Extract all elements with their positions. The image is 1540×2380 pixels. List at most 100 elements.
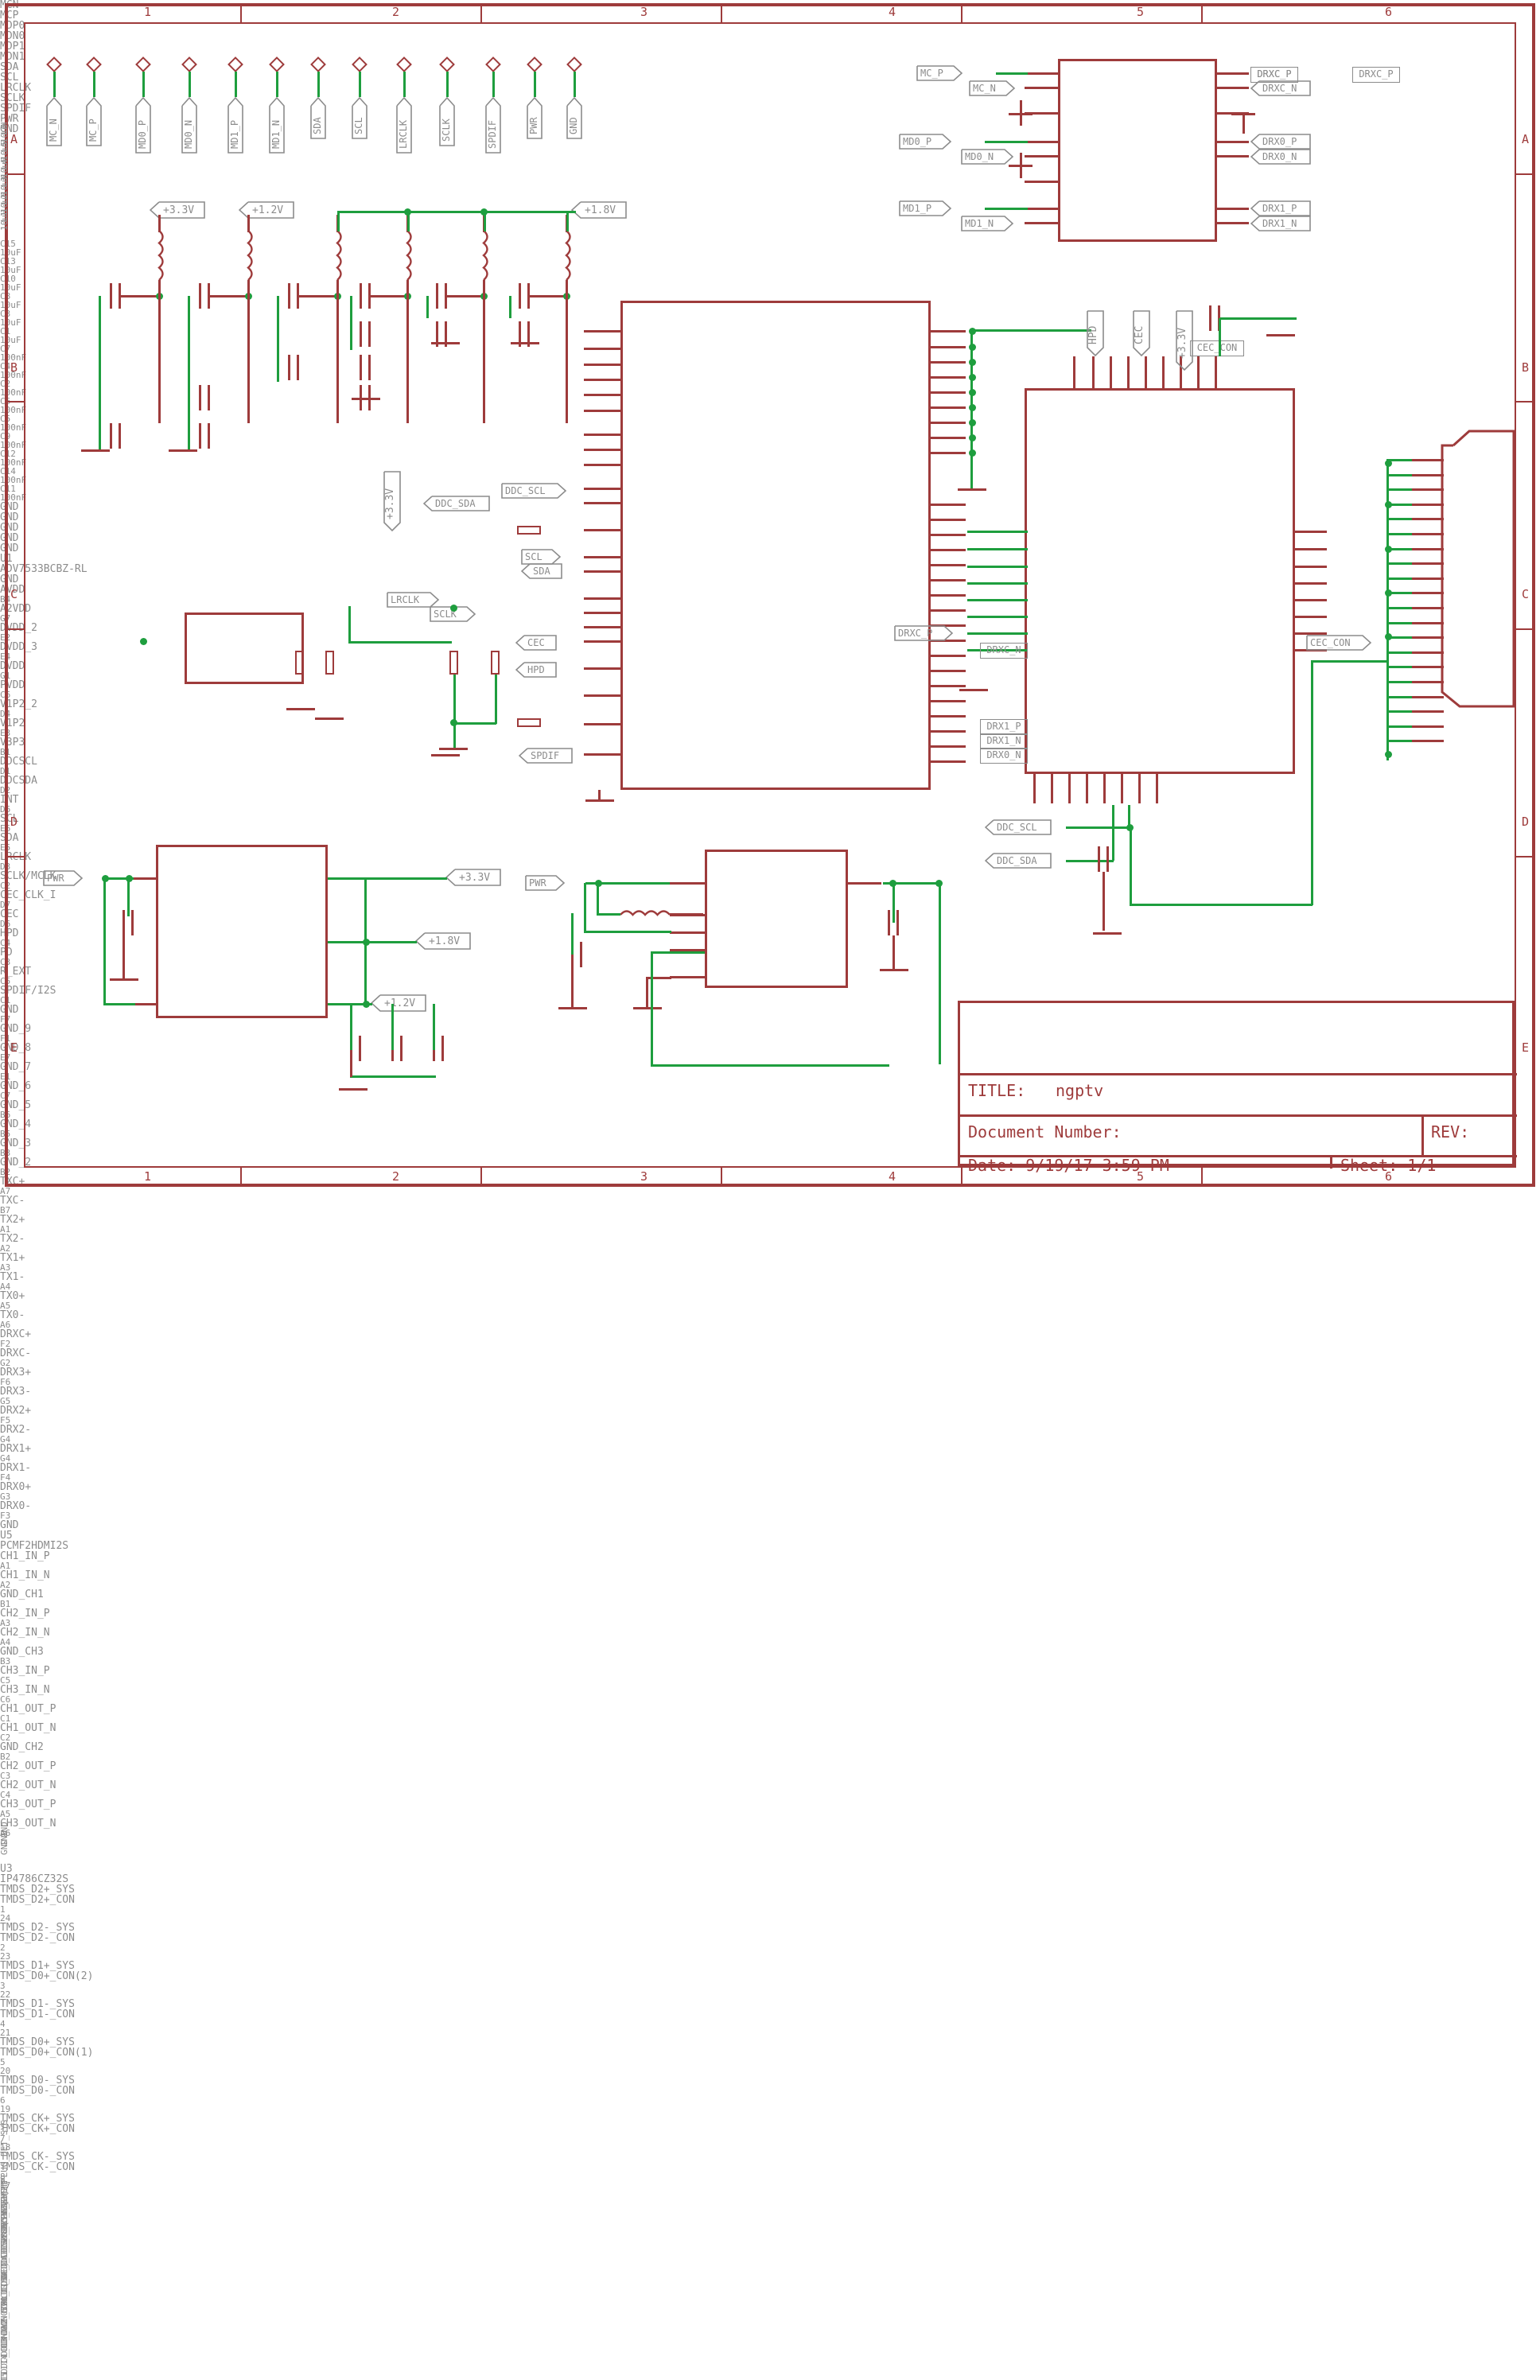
u2-out-12[interactable]: +1.2V (371, 994, 427, 1012)
lab-drx0-n[interactable]: DRX0_N (980, 748, 1028, 764)
pin-stub (584, 502, 622, 504)
lab-drx1-p[interactable]: DRX1_P (980, 719, 1028, 735)
gnd-lower-right (1093, 932, 1122, 935)
u5-pad-l-3: A3 (0, 1618, 11, 1628)
u4-gnd-pin (633, 1007, 662, 1009)
top-port-MC_P[interactable]: MC_P (86, 97, 102, 146)
wire (584, 883, 586, 932)
flag-lrclk[interactable]: LRCLK (387, 592, 440, 608)
u5-out-drx0p[interactable]: DRX0_P (1250, 134, 1311, 150)
top-port-GND[interactable]: GND (566, 97, 582, 139)
flag-ddc-sda[interactable]: DDC_SDA (423, 496, 490, 511)
u1-right-pin-DRX1-: DRX1- (0, 1462, 32, 1474)
u4-pwr-flag[interactable]: PWR (525, 875, 566, 891)
pin-stub (584, 723, 622, 725)
top-port-MD1_P[interactable]: MD1_P (228, 97, 243, 154)
u3-ceccon-lab[interactable]: CEC_CON (1190, 340, 1244, 356)
u3-pad-left-4: 5 (0, 2057, 6, 2067)
cap-plate (131, 910, 134, 935)
u5-net-mcp[interactable]: MC_P (916, 65, 963, 81)
wire (939, 883, 941, 1064)
u5-net-md1p[interactable]: MD1_P (899, 200, 952, 216)
u5-net-md0n[interactable]: MD0_N (961, 149, 1014, 165)
wire (406, 280, 409, 423)
u5-out-drx0n[interactable]: DRX0_N (1250, 149, 1311, 165)
top-port-MD1_N[interactable]: MD1_N (269, 97, 285, 154)
u1-right-pin-TXC-: TXC- (0, 1195, 25, 1207)
wire (529, 295, 566, 298)
u3-flag-hpd[interactable]: HPD (1087, 310, 1104, 357)
u5-net-md0p[interactable]: MD0_P (899, 134, 952, 150)
u5-net-mcn[interactable]: MC_N (969, 80, 1016, 96)
pin-stub (1025, 208, 1060, 210)
pin-stub (584, 597, 622, 600)
u5-out-drx1p[interactable]: DRX1_P (1250, 200, 1311, 216)
u3-pad-left-6: 7 (0, 2133, 6, 2144)
u2-body (156, 845, 328, 1018)
rail-flag-33-mid[interactable]: +3.3V (383, 471, 401, 532)
frame-div (1516, 628, 1535, 630)
tb-div (1421, 1114, 1424, 1155)
frame-row-d2: D (1522, 815, 1530, 829)
pin-stub (1156, 772, 1158, 803)
top-port-SDA[interactable]: SDA (310, 97, 326, 139)
flag-sda[interactable]: SDA (521, 563, 562, 579)
lab-drx1-n[interactable]: DRX1_N (980, 733, 1028, 749)
top-port-SCLK[interactable]: SCLK (439, 97, 455, 146)
wire (1386, 474, 1412, 476)
pin-stub (929, 579, 966, 581)
flag-sclk[interactable]: SCLK (430, 606, 476, 622)
top-port-MD0_N[interactable]: MD0_N (181, 97, 197, 154)
cap-plate (580, 942, 582, 967)
u2-out-33[interactable]: +3.3V (445, 869, 502, 886)
flag-spdif[interactable]: SPDIF (519, 748, 573, 764)
top-port-MC_N[interactable]: MC_N (46, 97, 62, 146)
flag-ddc-sda-2[interactable]: DDC_SDA (985, 853, 1052, 869)
lab-drxc-n[interactable]: DRXC_N (980, 643, 1028, 659)
flag-ddc-scl[interactable]: DDC_SCL (501, 483, 567, 499)
u2-out-18[interactable]: +1.8V (415, 932, 472, 950)
wire (350, 296, 352, 350)
u5-lab-drxcp[interactable]: DRXC_P (1352, 67, 1400, 83)
wire (446, 72, 449, 97)
pin-stub (1410, 562, 1444, 565)
pin-stub (929, 670, 966, 672)
flag-hpd[interactable]: HPD (515, 662, 557, 678)
u5-net-md1n[interactable]: MD1_N (961, 216, 1014, 231)
tb-sheet: Sheet: 1/1 (1340, 1156, 1437, 1175)
pin-stub (1025, 87, 1060, 89)
u3-flag-cec[interactable]: CEC (1133, 310, 1150, 357)
u5-out-drxcn[interactable]: DRXC_N (1250, 80, 1311, 96)
cap-plate (1209, 305, 1211, 331)
cap-plate (360, 283, 362, 309)
top-port-LRCLK[interactable]: LRCLK (396, 97, 412, 154)
pin-stub (929, 330, 966, 332)
frame-col-6: 6 (1385, 5, 1393, 19)
pin-stub (670, 931, 706, 934)
top-port-MD0_P[interactable]: MD0_P (135, 97, 151, 154)
u5-pin-l-GND_CH1: GND_CH1 (0, 1589, 44, 1600)
top-port-SPDIF[interactable]: SPDIF (485, 97, 501, 154)
j1-ceccon-flag[interactable]: CEC_CON (1306, 635, 1372, 651)
wire (1112, 805, 1114, 861)
wire (985, 208, 1028, 210)
u2-pwr-flag[interactable]: PWR (43, 870, 84, 886)
u5-out-drx1n[interactable]: DRX1_N (1250, 216, 1311, 231)
u1-right-pad-21: F5 (0, 1415, 11, 1425)
u3-part: IP4786CZ32S (0, 1873, 69, 1885)
u1-right-pin-DRX2-: DRX2- (0, 1424, 32, 1436)
top-port-PWR[interactable]: PWR (527, 97, 542, 139)
pin-stub (1410, 533, 1444, 535)
flag-scl[interactable]: SCL (521, 549, 562, 565)
pin-stub (929, 504, 966, 506)
top-port-SCL[interactable]: SCL (352, 97, 368, 139)
wire (1102, 872, 1105, 931)
u3-pin-left-0: TMDS_D2+_SYS (0, 1884, 75, 1896)
flag-ddc-scl-2[interactable]: DDC_SCL (985, 819, 1052, 835)
flag-cec[interactable]: CEC (515, 635, 557, 651)
flag-drxc-p[interactable]: DRXC_P (894, 625, 954, 641)
u3-pad-left-7: 8 (0, 2172, 6, 2182)
u4-gnd-out (880, 969, 908, 971)
u3-pad-left-3: 4 (0, 2019, 6, 2029)
rail-18[interactable]: +1.8V (571, 201, 628, 219)
